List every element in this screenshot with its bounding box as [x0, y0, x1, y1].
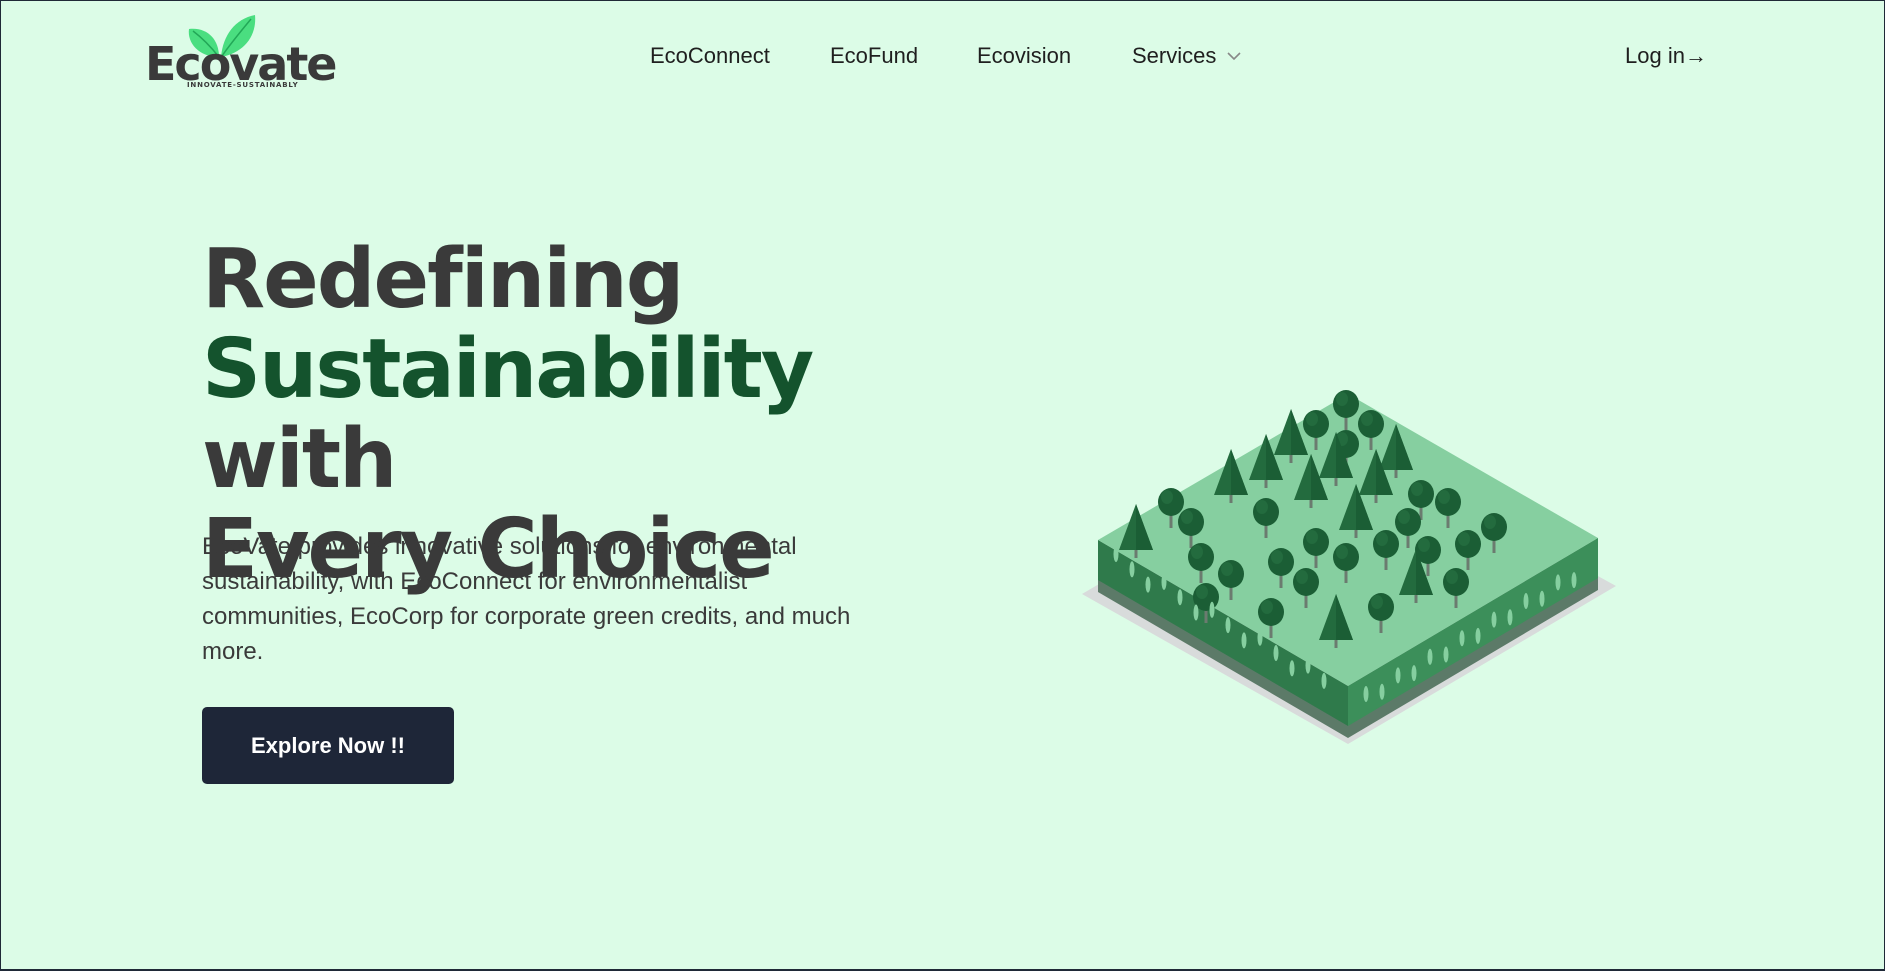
hero-title-line1: Redefining — [202, 232, 684, 327]
grass-tuft — [1395, 667, 1401, 684]
nav-link-ecofund[interactable]: EcoFund — [830, 43, 918, 69]
hero-title-line2-rest: with — [202, 412, 397, 507]
isometric-forest-illustration — [1082, 390, 1616, 744]
hero-title-accent: Sustainability — [202, 322, 814, 417]
grass-tuft — [1363, 686, 1369, 702]
grass-tuft — [1539, 590, 1545, 607]
grass-tuft — [1475, 627, 1481, 644]
grass-tuft — [1289, 660, 1295, 677]
grass-tuft — [1523, 593, 1529, 609]
nav-link-ecoconnect[interactable]: EcoConnect — [650, 43, 770, 69]
grass-tuft — [1161, 573, 1167, 590]
grass-tuft — [1305, 657, 1311, 674]
grass-tuft — [1177, 589, 1183, 606]
nav-dropdown-services[interactable]: Services — [1132, 43, 1242, 69]
grass-tuft — [1507, 609, 1513, 626]
grass-tuft — [1443, 646, 1449, 663]
grass-tuft — [1411, 665, 1417, 682]
grass-tuft — [1225, 617, 1231, 634]
grass-tuft — [1273, 645, 1279, 661]
grass-tuft — [1193, 604, 1199, 621]
grass-tuft — [1491, 611, 1497, 628]
grass-tuft — [1459, 630, 1465, 647]
hero-description: EcoVate provides innovative solutions fo… — [202, 533, 851, 665]
grass-tuft — [1209, 601, 1215, 618]
chevron-down-icon — [1227, 52, 1241, 61]
grass-tuft — [1257, 629, 1263, 646]
nav-services-label: Services — [1132, 43, 1217, 68]
grass-tuft — [1379, 683, 1385, 700]
grass-tuft — [1241, 632, 1247, 649]
grass-tuft — [1321, 672, 1327, 689]
brand-tagline: INNOVATE-SUSTAINABLY — [187, 81, 299, 89]
landing-page: Ecovate INNOVATE-SUSTAINABLY EcoConnect … — [0, 0, 1885, 971]
explore-now-button[interactable]: Explore Now !! — [202, 707, 454, 784]
grass-tuft — [1427, 648, 1433, 665]
grass-tuft — [1145, 576, 1151, 593]
login-link[interactable]: Log in→ — [1625, 43, 1707, 69]
grass-tuft — [1571, 572, 1577, 589]
nav-link-ecovision[interactable]: Ecovision — [977, 43, 1071, 69]
grass-tuft — [1113, 546, 1119, 562]
top-nav: EcoConnect EcoFund Ecovision Services Lo… — [1, 43, 1884, 73]
grass-tuft — [1555, 574, 1561, 591]
grass-tuft — [1129, 561, 1135, 578]
